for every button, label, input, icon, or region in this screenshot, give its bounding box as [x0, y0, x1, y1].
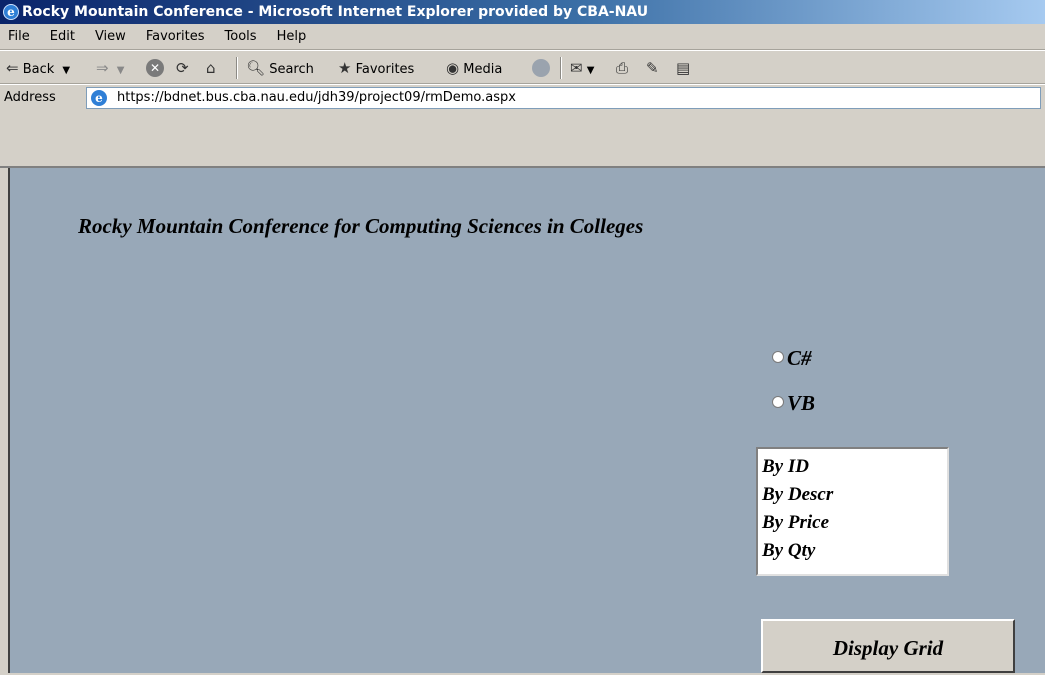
list-item[interactable]: By Qty [762, 537, 947, 565]
print-button[interactable]: ⎙ [616, 57, 628, 79]
radio-vb[interactable]: VB [772, 391, 815, 415]
sort-listbox[interactable]: By ID By Descr By Price By Qty [756, 447, 949, 576]
media-label: Media [463, 62, 503, 77]
mail-icon: ✉ [570, 59, 583, 77]
window-title: Rocky Mountain Conference - Microsoft In… [22, 4, 649, 20]
history-icon [532, 58, 550, 77]
mail-dropdown-icon[interactable]: ▼ [587, 65, 595, 76]
menu-view[interactable]: View [85, 24, 136, 50]
refresh-icon: ⟳ [176, 59, 189, 77]
menu-tools[interactable]: Tools [215, 24, 267, 50]
list-item[interactable]: By Descr [762, 481, 947, 509]
home-button[interactable]: ⌂ [206, 57, 216, 79]
menu-edit[interactable]: Edit [40, 24, 85, 50]
edit-icon: ✎ [646, 59, 659, 77]
toolbar-separator [560, 57, 562, 79]
print-icon: ⎙ [616, 59, 629, 77]
forward-button[interactable]: ⇒ ▼ [96, 57, 124, 79]
page-heading: Rocky Mountain Conference for Computing … [78, 214, 644, 238]
discuss-button[interactable]: ▤ [676, 57, 690, 79]
search-button[interactable]: 🔍︎ Search [246, 57, 314, 79]
radio-label: VB [787, 391, 816, 415]
edit-button[interactable]: ✎ [646, 57, 659, 79]
address-label: Address [4, 90, 56, 105]
back-button[interactable]: ⇐ Back ▼ [6, 57, 70, 79]
back-dropdown-icon[interactable]: ▼ [62, 65, 70, 76]
favorites-button[interactable]: ★ Favorites [338, 57, 414, 79]
media-button[interactable]: ◉ Media [446, 57, 502, 79]
menu-help[interactable]: Help [267, 24, 317, 50]
document-icon: ▤ [676, 59, 691, 77]
home-icon: ⌂ [206, 59, 216, 77]
favorites-icon: ★ [338, 59, 352, 77]
menu-bar: File Edit View Favorites Tools Help [0, 24, 1045, 50]
radio-label: C# [787, 346, 812, 370]
list-item[interactable]: By ID [762, 453, 947, 481]
standard-toolbar: ⇐ Back ▼ ⇒ ▼ ✕ ⟳ ⌂ 🔍︎ Search ★ Favorites… [0, 50, 1045, 84]
back-arrow-icon: ⇐ [6, 59, 19, 77]
ie-logo-icon: e [3, 4, 19, 20]
page-icon: e [91, 90, 107, 106]
menu-file[interactable]: File [0, 24, 40, 50]
mail-button[interactable]: ✉ ▼ [570, 57, 594, 79]
display-grid-button[interactable]: Display Grid [761, 619, 1015, 673]
radio-button[interactable] [772, 350, 784, 363]
favorites-label: Favorites [355, 62, 415, 77]
address-url: https://bdnet.bus.cba.nau.edu/jdh39/proj… [117, 90, 516, 105]
forward-arrow-icon: ⇒ [96, 59, 109, 77]
page-content: Rocky Mountain Conference for Computing … [8, 168, 1045, 673]
address-input[interactable]: e https://bdnet.bus.cba.nau.edu/jdh39/pr… [86, 87, 1041, 109]
search-label: Search [269, 62, 314, 77]
menu-favorites[interactable]: Favorites [136, 24, 215, 50]
history-button[interactable] [532, 57, 550, 79]
media-icon: ◉ [446, 59, 460, 77]
address-bar: Address e https://bdnet.bus.cba.nau.edu/… [0, 84, 1045, 110]
refresh-button[interactable]: ⟳ [176, 57, 189, 79]
stop-icon: ✕ [146, 58, 164, 77]
forward-dropdown-icon[interactable]: ▼ [117, 65, 125, 76]
stop-button[interactable]: ✕ [146, 57, 164, 79]
toolbar-separator [236, 57, 238, 79]
list-item[interactable]: By Price [762, 509, 947, 537]
search-icon: 🔍︎ [246, 59, 266, 77]
radio-button[interactable] [772, 395, 784, 408]
window-title-bar[interactable]: e Rocky Mountain Conference - Microsoft … [0, 0, 1045, 24]
back-label: Back [22, 62, 55, 77]
radio-csharp[interactable]: C# [772, 346, 812, 370]
